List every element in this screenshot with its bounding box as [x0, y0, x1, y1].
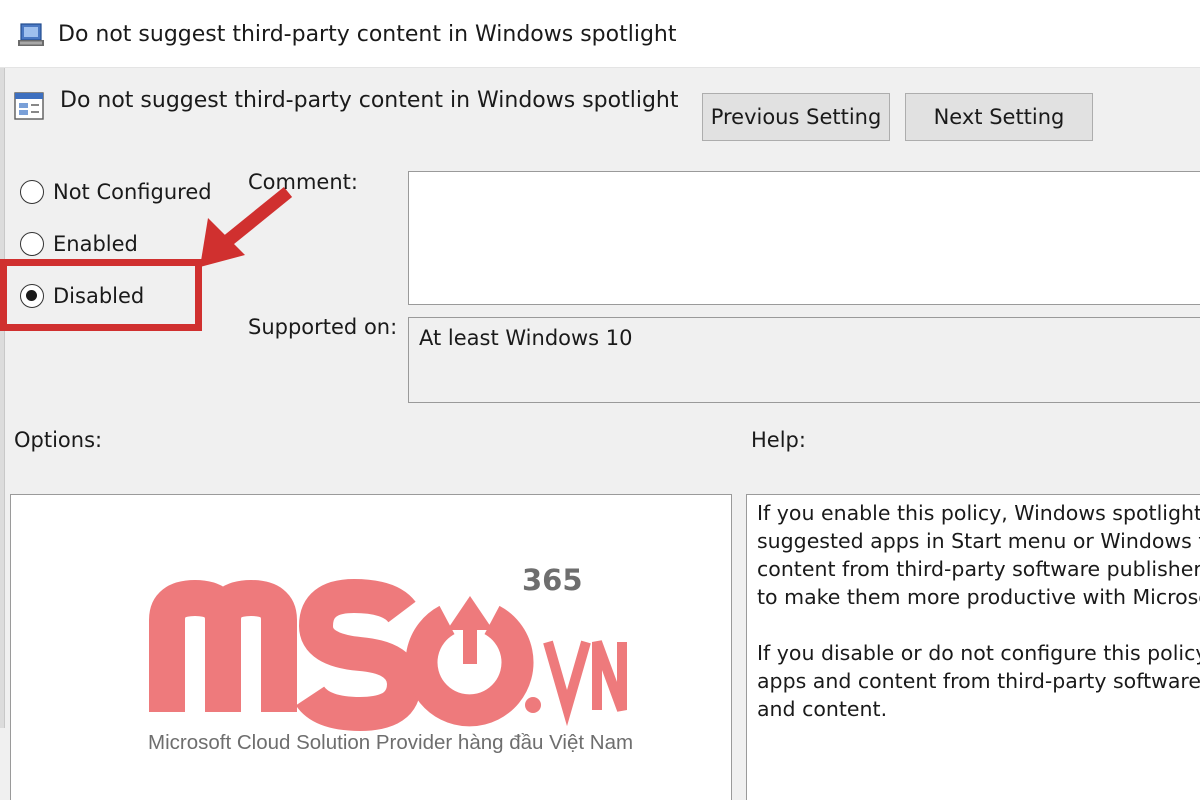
radio-label: Enabled — [53, 232, 138, 256]
help-text: If you enable this policy, Windows spotl… — [757, 499, 1200, 751]
supported-on-value: At least Windows 10 — [419, 326, 633, 350]
annotation-highlight-box — [0, 259, 202, 331]
supported-on-field: At least Windows 10 — [408, 317, 1200, 403]
radio-button[interactable] — [20, 180, 44, 204]
previous-setting-button[interactable]: Previous Setting — [702, 93, 890, 141]
comment-label: Comment: — [248, 170, 358, 194]
radio-label: Not Configured — [53, 180, 212, 204]
radio-enabled[interactable]: Enabled — [20, 229, 138, 259]
window-titlebar: Do not suggest third-party content in Wi… — [0, 0, 1200, 68]
help-label: Help: — [751, 428, 806, 452]
radio-button[interactable] — [20, 232, 44, 256]
radio-not-configured[interactable]: Not Configured — [20, 177, 212, 207]
window-left-edge — [0, 68, 5, 728]
options-panel — [10, 494, 732, 800]
supported-on-label: Supported on: — [248, 315, 398, 339]
setting-icon — [14, 92, 44, 120]
next-setting-button[interactable]: Next Setting — [905, 93, 1093, 141]
policy-name: Do not suggest third-party content in Wi… — [60, 88, 679, 113]
help-paragraph: If you enable this policy, Windows spotl… — [757, 501, 1200, 609]
help-paragraph: If you disable or do not configure this … — [757, 641, 1200, 721]
red-arrow-icon — [200, 186, 293, 267]
policy-editor-icon — [18, 23, 44, 46]
comment-field[interactable] — [408, 171, 1200, 305]
options-label: Options: — [14, 428, 103, 452]
help-panel[interactable]: If you enable this policy, Windows spotl… — [746, 494, 1200, 800]
window-title: Do not suggest third-party content in Wi… — [58, 22, 677, 47]
